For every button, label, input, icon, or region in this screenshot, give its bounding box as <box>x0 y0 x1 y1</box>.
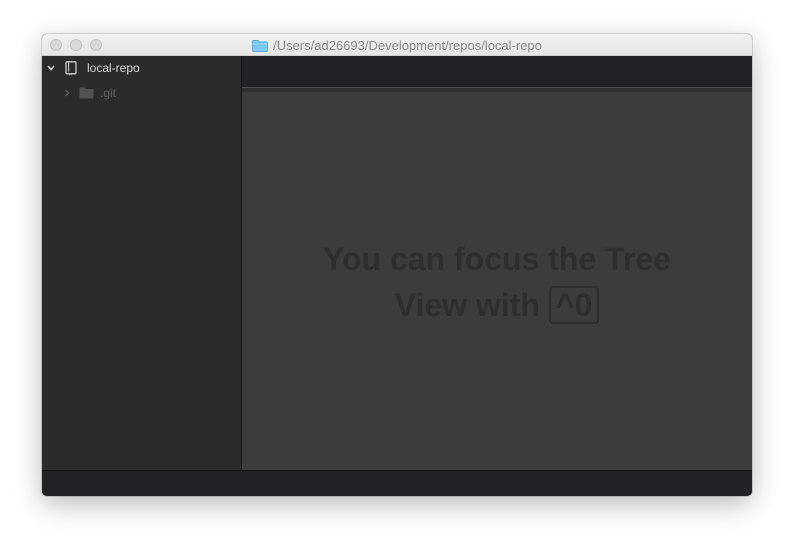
window-title: /Users/ad26693/Development/repos/local-r… <box>273 37 542 53</box>
chevron-right-icon[interactable] <box>62 88 72 98</box>
app-window: /Users/ad26693/Development/repos/local-r… <box>42 34 752 496</box>
status-bar[interactable] <box>42 470 752 496</box>
title-bar[interactable]: /Users/ad26693/Development/repos/local-r… <box>42 34 752 56</box>
folder-icon <box>79 87 95 99</box>
tree-item-git[interactable]: .git <box>42 82 242 104</box>
window-title-group: /Users/ad26693/Development/repos/local-r… <box>42 34 752 56</box>
chevron-down-icon[interactable] <box>46 63 56 73</box>
folder-icon <box>252 39 269 52</box>
background-tip: You can focus the Tree View with ^0 <box>242 236 752 328</box>
tree-item-root-label: local-repo <box>87 61 140 75</box>
workspace-pane[interactable]: You can focus the Tree View with ^0 <box>242 56 752 470</box>
tab-bar-divider <box>242 87 752 88</box>
keybinding-badge: ^0 <box>548 285 600 324</box>
repo-icon <box>65 60 79 76</box>
tree-item-root[interactable]: local-repo <box>42 57 242 79</box>
tree-view[interactable]: local-repo .git <box>42 56 242 470</box>
tree-item-label: .git <box>100 86 117 100</box>
background-tip-line1: You can focus the Tree <box>323 241 671 277</box>
background-tip-line2: View with ^0 <box>242 282 752 328</box>
background-tip-line2-prefix: View with <box>394 287 540 323</box>
